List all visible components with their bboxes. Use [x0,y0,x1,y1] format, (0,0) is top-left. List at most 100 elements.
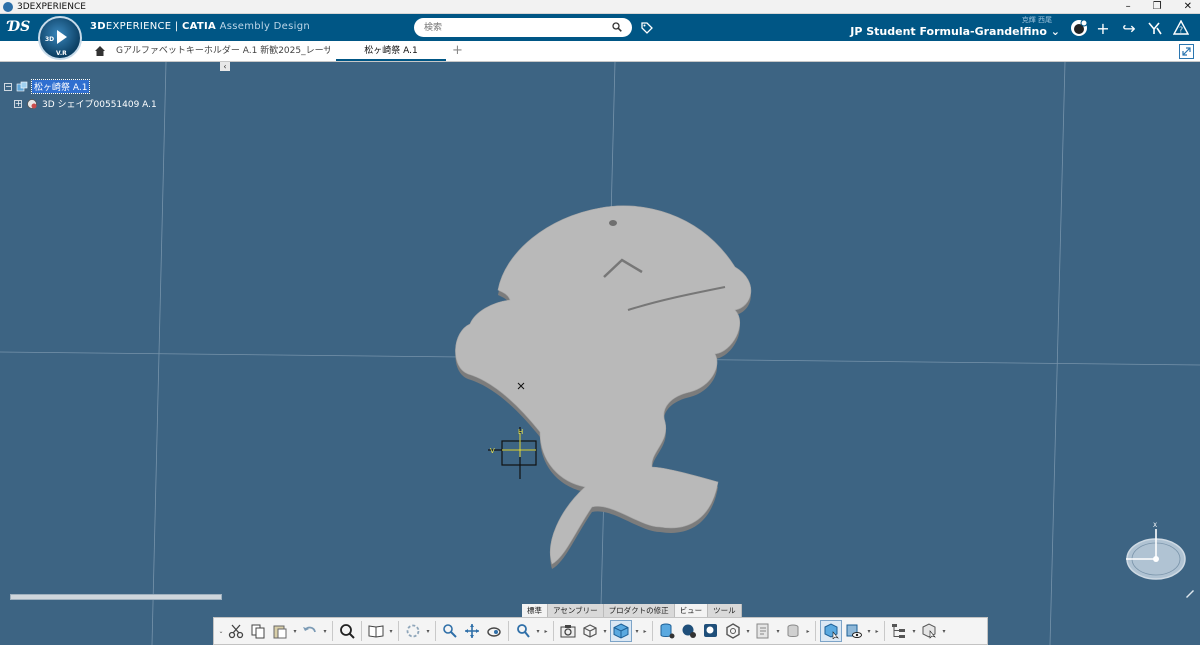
compass-icon[interactable]: 3D V.R [38,16,82,60]
tree-collapse-button[interactable]: ‹ [220,62,230,71]
section-tab-view[interactable]: ビュー [674,604,709,617]
tenant-selector[interactable]: JP Student Formula-Grandelfino ⌄ [850,25,1060,38]
action-bar-menu-icon[interactable]: ⌄ [218,628,224,635]
view-icon[interactable] [580,621,600,641]
eye-icon[interactable] [844,621,864,641]
expand-arrow-icon[interactable]: ▸ [642,628,648,635]
eye-dropdown-icon[interactable]: ▾ [866,628,872,635]
undo-dropdown-icon[interactable]: ▾ [322,628,328,635]
restore-icon[interactable]: ❐ [1153,0,1162,14]
separator [508,621,509,641]
spin-icon[interactable] [484,621,504,641]
db-icon[interactable] [657,621,677,641]
search-icon[interactable] [612,22,622,32]
select-cube-icon[interactable] [820,620,842,642]
render-icon[interactable] [679,621,699,641]
view-compass-icon[interactable]: X Y [1120,517,1190,587]
paste-dropdown-icon[interactable]: ▾ [292,628,298,635]
tab-bar: Gアルファベットキーホルダー A.1 新歓2025_レーザー対処用_粉 松ヶ崎祭… [0,41,1200,62]
zoom-fit-icon[interactable] [337,621,357,641]
separator [332,621,333,641]
pencil-icon[interactable] [1184,587,1196,599]
expand-arrow-icon[interactable]: ▸ [874,628,880,635]
action-bar: ⌄ ▾ ▾ ▾ ▾ ▾ ▸ ▾ ▾ ▸ ▾ ▾ ▸ ▾ ▸ ▾ ▾ [213,617,988,645]
copy-icon[interactable] [248,621,268,641]
tree-expander[interactable]: + [14,99,22,108]
view-dropdown-icon[interactable]: ▾ [602,628,608,635]
window-titlebar: 3DEXPERIENCE – ❐ ✕ [0,0,1200,14]
expand-arrow-icon[interactable]: ▸ [543,628,549,635]
svg-text:H: H [518,428,523,436]
maximize-icon[interactable] [1179,44,1194,59]
spec-tree: − 松ヶ崎祭 A.1 + 3D シェイプ00551409 A.1 [4,78,157,112]
tree-child-node[interactable]: + 3D シェイプ00551409 A.1 [4,95,157,112]
book-dropdown-icon[interactable]: ▾ [388,628,394,635]
tree-dropdown-icon[interactable]: ▾ [911,628,917,635]
pan-icon[interactable] [462,621,482,641]
section-tab-tools[interactable]: ツール [708,604,742,617]
separator [435,621,436,641]
cube-shaded-icon[interactable] [610,620,632,642]
close-icon[interactable]: ✕ [1184,0,1192,14]
material-icon[interactable] [701,621,721,641]
undo-icon[interactable] [300,621,320,641]
scissors-icon[interactable] [226,621,246,641]
cube-cursor-icon[interactable] [919,621,939,641]
book-icon[interactable] [366,621,386,641]
section-tab-product-edit[interactable]: プロダクトの修正 [603,604,675,617]
minimize-icon[interactable]: – [1126,0,1131,14]
tree-scrollbar[interactable] [10,594,222,600]
tab-keyholder[interactable]: Gアルファベットキーホルダー A.1 新歓2025_レーザー対処用_粉 [108,41,330,61]
hexagon-icon[interactable] [723,621,743,641]
section-tab-standard[interactable]: 標準 [522,604,548,617]
dolphin-eye-hole [609,220,617,226]
separator [815,621,816,641]
hexagon-dropdown-icon[interactable]: ▾ [745,628,751,635]
tree-expander[interactable]: − [4,82,12,91]
add-icon[interactable]: + [1094,19,1112,38]
3d-shape-icon [27,98,37,109]
doc-icon[interactable] [753,621,773,641]
home-icon[interactable] [94,45,106,57]
tag-icon[interactable] [640,21,654,35]
section-tab-assembly[interactable]: アセンブリー [548,604,604,617]
cube-cursor-dropdown-icon[interactable]: ▾ [941,628,947,635]
separator [553,621,554,641]
window-controls: – ❐ ✕ [1126,0,1192,14]
origin-axis-icon: H V [488,427,537,479]
expand-arrow-icon[interactable]: ▸ [805,628,811,635]
svg-text:?: ? [1179,26,1183,35]
dolphin-part[interactable] [0,62,1200,645]
tree-child-label[interactable]: 3D シェイプ00551409 A.1 [42,97,157,110]
paste-icon[interactable] [270,621,290,641]
top-bar: ƊS 3DEXPERIENCE | CATIA Assembly Design … [0,14,1200,41]
app-icon [3,1,13,12]
separator [652,621,653,641]
separator [398,621,399,641]
search-input[interactable] [414,18,632,37]
pivot-marker-icon [517,382,525,390]
rotate-icon[interactable] [403,621,423,641]
doc-dropdown-icon[interactable]: ▾ [775,628,781,635]
tree-root-node[interactable]: − 松ヶ崎祭 A.1 [4,78,157,95]
magnify-dropdown-icon[interactable]: ▾ [535,628,541,635]
community-icon[interactable] [1146,19,1164,37]
add-tab-button[interactable]: + [452,41,463,60]
tree-icon[interactable] [889,621,909,641]
product-icon [16,81,28,91]
cube-dropdown-icon[interactable]: ▾ [634,628,640,635]
3d-viewport[interactable]: H V ‹ − 松ヶ崎祭 A.1 + 3D シェイプ00551409 A.1 X… [0,62,1200,645]
avatar[interactable] [1070,19,1088,37]
ds-logo-icon: ƊS [8,19,31,35]
help-icon[interactable]: ? [1172,19,1190,37]
camera-icon[interactable] [558,621,578,641]
tab-matsugasaki[interactable]: 松ヶ崎祭 A.1 [336,41,446,61]
layers-icon[interactable] [783,621,803,641]
action-bar-section-tabs: 標準 アセンブリー プロダクトの修正 ビュー ツール [522,604,742,617]
share-icon[interactable]: ↪ [1120,19,1138,38]
rotate-dropdown-icon[interactable]: ▾ [425,628,431,635]
separator [361,621,362,641]
magnify-icon[interactable] [513,621,533,641]
tree-root-label[interactable]: 松ヶ崎祭 A.1 [30,79,91,94]
zoom-icon[interactable] [440,621,460,641]
